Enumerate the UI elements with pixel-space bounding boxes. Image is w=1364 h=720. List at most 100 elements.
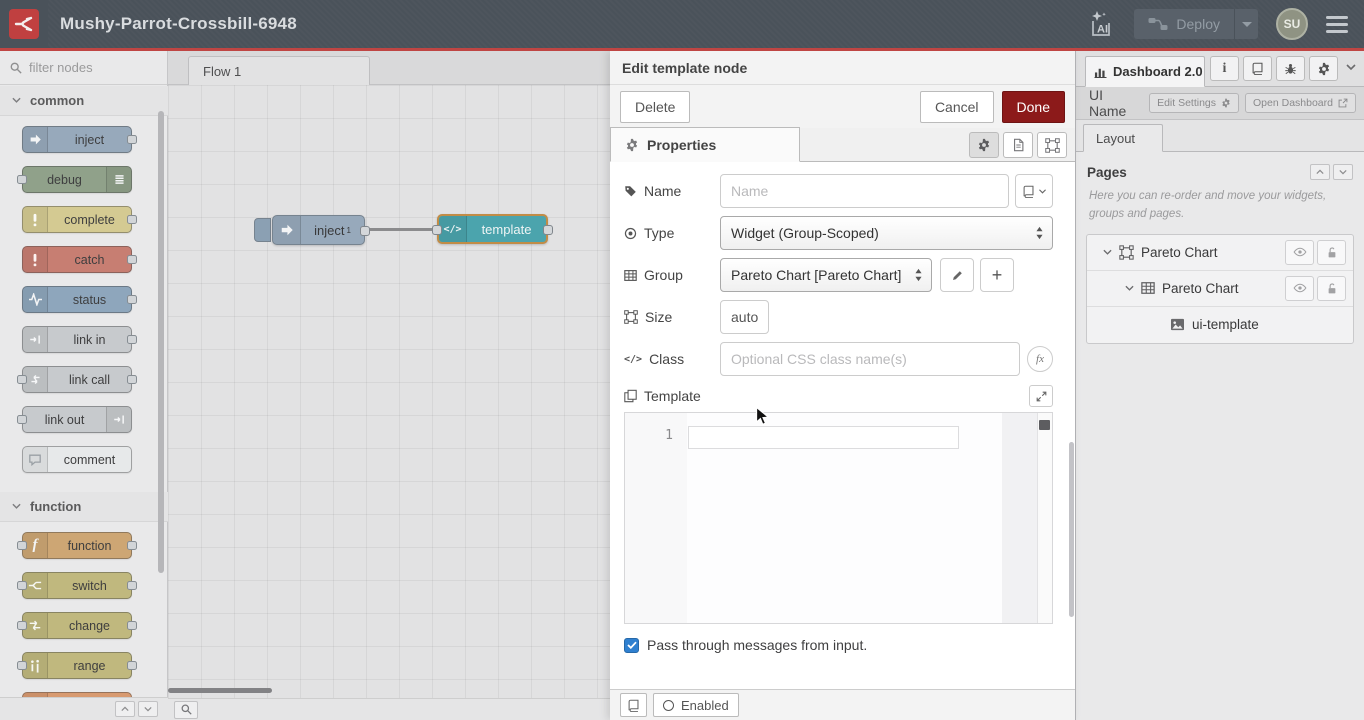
palette-node-comment[interactable]: comment — [22, 446, 132, 473]
label-options-button[interactable] — [1015, 174, 1053, 208]
info-tab-button[interactable]: i — [1210, 56, 1239, 81]
edit-group-button[interactable] — [940, 258, 974, 292]
deploy-button[interactable]: Deploy — [1134, 9, 1234, 39]
search-flows-button[interactable] — [174, 701, 198, 719]
collapse-categories-button[interactable] — [115, 701, 135, 717]
palette-node-link-out[interactable]: link out — [22, 406, 132, 433]
debug-tab-button[interactable] — [1276, 56, 1305, 81]
template-code-editor[interactable]: 1 — [624, 412, 1053, 624]
size-button[interactable]: auto — [720, 300, 769, 334]
chevron-down-icon — [1346, 64, 1356, 71]
config-nodes-tab-button[interactable] — [1309, 56, 1338, 81]
editor-current-line[interactable] — [688, 426, 959, 449]
ui-name-row: UI Name Edit Settings Open Dashboard — [1076, 87, 1364, 120]
tab-properties[interactable]: Properties — [610, 127, 800, 162]
main-menu-button[interactable] — [1326, 16, 1348, 33]
tray-scrollbar[interactable] — [1069, 442, 1074, 617]
chevron-down-icon[interactable] — [1125, 285, 1134, 292]
edit-settings-button[interactable]: Edit Settings — [1149, 93, 1239, 113]
open-dashboard-button[interactable]: Open Dashboard — [1245, 93, 1356, 113]
tree-row-group-pareto-chart[interactable]: Pareto Chart — [1087, 271, 1353, 307]
palette-scrollbar[interactable] — [158, 111, 164, 573]
user-avatar[interactable]: su — [1276, 8, 1308, 40]
enabled-state-icon — [663, 700, 674, 711]
palette-node-link-in[interactable]: link in — [22, 326, 132, 353]
appearance-tab-button[interactable] — [1037, 132, 1067, 158]
palette-node-inject[interactable]: inject — [22, 126, 132, 153]
expand-all-button[interactable] — [1333, 164, 1353, 180]
properties-form: Name Type Widget (Group-Scoped) — [610, 162, 1075, 689]
flow-node-inject[interactable]: inject1 — [272, 215, 365, 245]
palette-node-debug[interactable]: debug — [22, 166, 132, 193]
filter-nodes-input[interactable] — [29, 60, 139, 75]
visibility-button[interactable] — [1285, 240, 1314, 265]
palette-scroll-area[interactable]: common inject debug — [0, 86, 168, 697]
lock-button[interactable] — [1317, 276, 1346, 301]
node-help-button[interactable] — [620, 693, 647, 717]
palette-node-function[interactable]: f function — [22, 532, 132, 559]
palette-node-change[interactable]: change — [22, 612, 132, 639]
deploy-split-button[interactable]: Deploy — [1134, 9, 1258, 39]
palette-search[interactable] — [0, 51, 167, 85]
chevron-down-icon — [1242, 22, 1252, 27]
passthrough-checkbox[interactable] — [624, 638, 639, 653]
editor-scrollbar-thumb[interactable] — [1039, 420, 1050, 430]
name-input[interactable] — [720, 174, 1009, 208]
class-input[interactable] — [720, 342, 1020, 376]
collapse-all-button[interactable] — [1310, 164, 1330, 180]
fx-expression-button[interactable]: fx — [1027, 346, 1053, 372]
right-sidebar: Dashboard 2.0 i — [1076, 51, 1364, 720]
palette-node-range[interactable]: range — [22, 652, 132, 679]
flowfuse-logo[interactable] — [0, 0, 48, 48]
palette-node-switch[interactable]: switch — [22, 572, 132, 599]
palette-node-catch[interactable]: catch — [22, 246, 132, 273]
tab-layout[interactable]: Layout — [1083, 124, 1163, 152]
pages-title: Pages — [1087, 165, 1310, 180]
editor-scrollbar[interactable] — [1037, 413, 1052, 623]
canvas-horizontal-scrollbar[interactable] — [168, 688, 272, 693]
palette-node-complete[interactable]: complete — [22, 206, 132, 233]
delete-button[interactable]: Delete — [620, 91, 690, 123]
node-enabled-toggle[interactable]: Enabled — [653, 693, 739, 717]
add-group-button[interactable]: + — [980, 258, 1014, 292]
output-port — [127, 661, 137, 670]
deploy-options-button[interactable] — [1234, 9, 1258, 39]
chevron-down-icon[interactable] — [1103, 249, 1112, 256]
updown-arrows-icon — [1035, 226, 1044, 240]
input-port[interactable] — [432, 225, 442, 235]
type-select[interactable]: Widget (Group-Scoped) — [720, 216, 1053, 250]
link-icon — [106, 407, 131, 432]
tab-dashboard-2[interactable]: Dashboard 2.0 — [1085, 56, 1205, 87]
palette-category-common[interactable]: common — [0, 86, 168, 116]
lock-button[interactable] — [1317, 240, 1346, 265]
wire-inject-to-template[interactable] — [365, 228, 437, 231]
hamburger-icon — [1326, 16, 1348, 19]
expand-editor-button[interactable] — [1029, 385, 1053, 407]
tab-flow-1[interactable]: Flow 1 — [188, 56, 370, 85]
header: Mushy-Parrot-Crossbill-6948 AI De — [0, 0, 1364, 48]
sidebar-menu-button[interactable] — [1346, 64, 1356, 71]
editor-line-number: 1 — [625, 413, 687, 623]
done-button[interactable]: Done — [1002, 91, 1065, 123]
group-grid-icon — [1141, 281, 1155, 295]
cancel-button[interactable]: Cancel — [920, 91, 994, 123]
help-tab-button[interactable] — [1243, 56, 1272, 81]
output-port[interactable] — [360, 226, 370, 236]
tree-row-page-pareto-chart[interactable]: Pareto Chart — [1087, 235, 1353, 271]
palette-category-function[interactable]: function — [0, 492, 168, 522]
palette-node-status[interactable]: status — [22, 286, 132, 313]
expand-categories-button[interactable] — [138, 701, 158, 717]
tree-row-widget-ui-template[interactable]: ui-template — [1087, 307, 1353, 343]
properties-tab-button[interactable] — [969, 132, 999, 158]
status-waveform-icon — [23, 287, 48, 312]
visibility-button[interactable] — [1285, 276, 1314, 301]
flow-node-ui-template-selected[interactable]: </> template — [437, 214, 548, 244]
output-port[interactable] — [543, 225, 553, 235]
palette-node-link-call[interactable]: link call — [22, 366, 132, 393]
book-icon — [627, 699, 640, 712]
group-select[interactable]: Pareto Chart [Pareto Chart] — [720, 258, 932, 292]
tag-icon — [624, 185, 637, 198]
inject-trigger-button[interactable] — [254, 218, 271, 242]
description-tab-button[interactable] — [1003, 132, 1033, 158]
ai-assistant-button[interactable]: AI — [1084, 7, 1116, 41]
